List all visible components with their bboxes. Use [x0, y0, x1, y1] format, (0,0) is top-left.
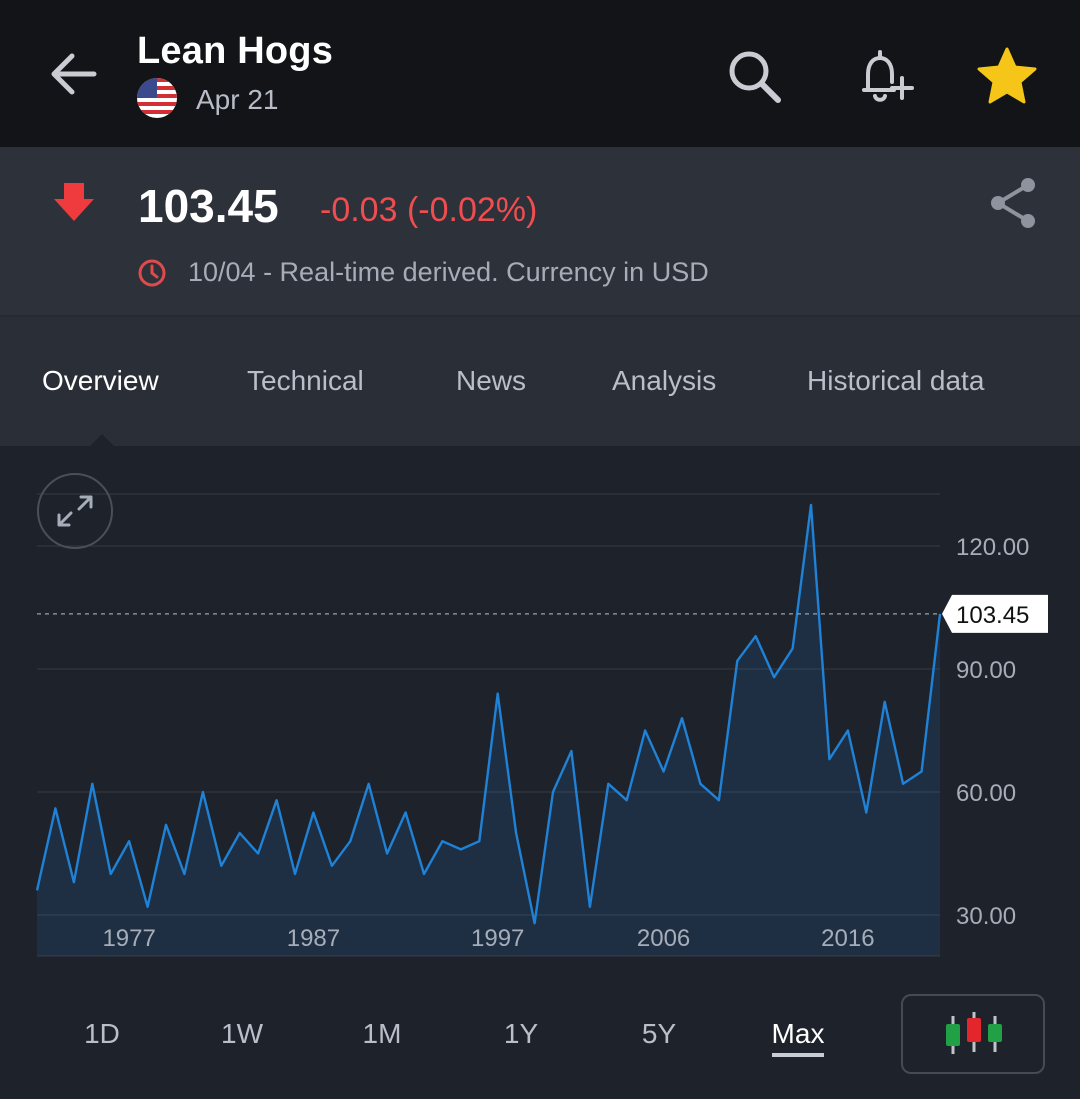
contract-month: Apr 21	[196, 84, 279, 115]
last-value-label: 103.45	[956, 602, 1029, 629]
tab-analysis[interactable]: Analysis	[612, 365, 716, 397]
instrument-title: Lean Hogs	[137, 30, 334, 72]
price-change: -0.03 (-0.02%)	[320, 191, 538, 229]
app-header: Lean Hogs Apr 21	[0, 0, 1080, 147]
tab-historical-data[interactable]: Historical data	[807, 365, 984, 397]
time-range-selector: 1D 1W 1M 1Y 5Y Max	[0, 990, 1080, 1090]
clock-icon	[138, 259, 166, 287]
range-5y[interactable]: 5Y	[614, 1018, 704, 1050]
arrow-down-icon	[54, 183, 94, 221]
range-1y[interactable]: 1Y	[476, 1018, 566, 1050]
y-tick-label: 90.00	[956, 657, 1016, 684]
search-button[interactable]	[722, 44, 786, 108]
search-icon	[729, 51, 781, 103]
us-flag-icon	[137, 78, 177, 118]
y-tick-label: 60.00	[956, 780, 1016, 807]
share-icon	[991, 178, 1035, 228]
share-button[interactable]	[986, 175, 1042, 231]
fullscreen-button[interactable]	[37, 473, 113, 549]
section-tabs: Overview Technical News Analysis Histori…	[0, 315, 1080, 446]
range-max[interactable]: Max	[753, 1018, 843, 1057]
last-price: 103.45	[138, 180, 279, 232]
range-1m[interactable]: 1M	[337, 1018, 427, 1050]
add-alert-button[interactable]	[852, 44, 920, 108]
tab-technical[interactable]: Technical	[247, 365, 364, 397]
expand-icon	[57, 495, 93, 527]
y-tick-label: 30.00	[956, 903, 1016, 930]
data-source-note: 10/04 - Real-time derived. Currency in U…	[188, 257, 709, 287]
price-chart: 120.00 90.00 60.00 30.00 1977 1987 1997 2006 20…	[0, 444, 1080, 974]
chart-area-fill	[37, 505, 940, 956]
favorite-button[interactable]	[974, 44, 1040, 108]
y-tick-label: 120.00	[956, 534, 1029, 561]
candlestick-icon	[946, 1012, 1002, 1054]
quote-panel: 103.45 -0.03 (-0.02%) 10/04 - Real-time …	[0, 147, 1080, 315]
tab-news[interactable]: News	[456, 365, 526, 397]
x-tick-label: 2016	[821, 925, 874, 952]
star-icon	[977, 47, 1037, 104]
x-tick-label: 1987	[287, 925, 340, 952]
last-value-badge: 103.45	[942, 594, 1048, 633]
arrow-left-icon	[51, 53, 97, 95]
x-tick-label: 1977	[102, 925, 155, 952]
range-1d[interactable]: 1D	[57, 1018, 147, 1050]
chart-type-button[interactable]	[901, 994, 1045, 1074]
back-button[interactable]	[44, 44, 104, 104]
x-tick-label: 1997	[471, 925, 524, 952]
bell-plus-icon	[862, 50, 914, 102]
x-tick-label: 2006	[637, 925, 690, 952]
range-1w[interactable]: 1W	[197, 1018, 287, 1050]
chart-canvas: 120.00 90.00 60.00 30.00 1977 1987 1997 2006 20…	[35, 493, 1048, 957]
tab-overview[interactable]: Overview	[42, 365, 159, 397]
